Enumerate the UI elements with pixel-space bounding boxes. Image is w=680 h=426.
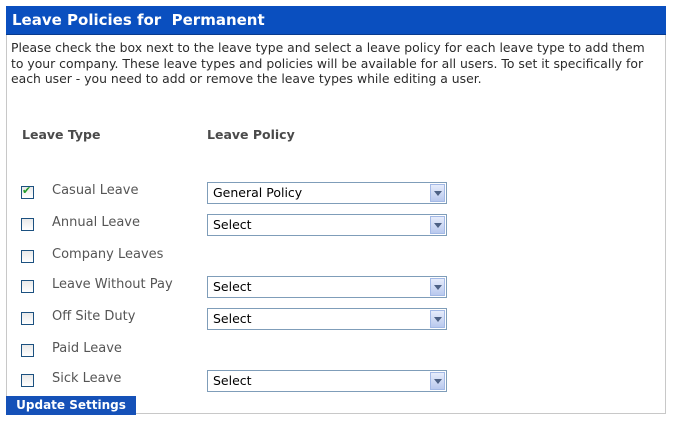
policy-select-leave-without-pay[interactable]: Select [207, 276, 447, 298]
select-value: Select [213, 217, 252, 232]
policy-select-off-site-duty[interactable]: Select [207, 308, 447, 330]
leave-type-label: Casual Leave [52, 183, 139, 198]
checkbox-casual-leave[interactable] [21, 184, 34, 199]
chevron-down-icon[interactable] [430, 216, 445, 234]
intro-text: Please check the box next to the leave t… [11, 40, 645, 86]
column-header-leave-policy: Leave Policy [207, 127, 295, 142]
chevron-down-icon[interactable] [430, 278, 445, 296]
page-title: Leave Policies for Permanent [12, 11, 265, 29]
select-value: Select [213, 373, 252, 388]
column-header-leave-type: Leave Type [22, 127, 101, 142]
checkbox-leave-without-pay[interactable] [21, 280, 34, 293]
chevron-down-icon[interactable] [430, 310, 445, 328]
checkbox-paid-leave[interactable] [21, 344, 34, 357]
chevron-down-icon[interactable] [430, 184, 445, 202]
policy-select-annual-leave[interactable]: Select [207, 214, 447, 236]
update-settings-button[interactable]: Update Settings [6, 396, 136, 415]
select-value: Select [213, 311, 252, 326]
leave-type-label: Leave Without Pay [52, 277, 173, 292]
checkbox-off-site-duty[interactable] [21, 312, 34, 325]
checkbox-sick-leave[interactable] [21, 374, 34, 387]
leave-type-label: Annual Leave [52, 215, 140, 230]
select-value: General Policy [213, 185, 303, 200]
checkbox-company-leaves[interactable] [21, 250, 34, 263]
leave-type-label: Paid Leave [52, 341, 122, 356]
leave-type-label: Off Site Duty [52, 309, 136, 324]
policy-select-sick-leave[interactable]: Select [207, 370, 447, 392]
leave-type-label: Company Leaves [52, 247, 164, 262]
panel-header: Leave Policies for Permanent [6, 6, 666, 35]
select-value: Select [213, 279, 252, 294]
policy-select-casual-leave[interactable]: General Policy [207, 182, 447, 204]
chevron-down-icon[interactable] [430, 372, 445, 390]
leave-type-label: Sick Leave [52, 371, 122, 386]
checkbox-annual-leave[interactable] [21, 218, 34, 231]
